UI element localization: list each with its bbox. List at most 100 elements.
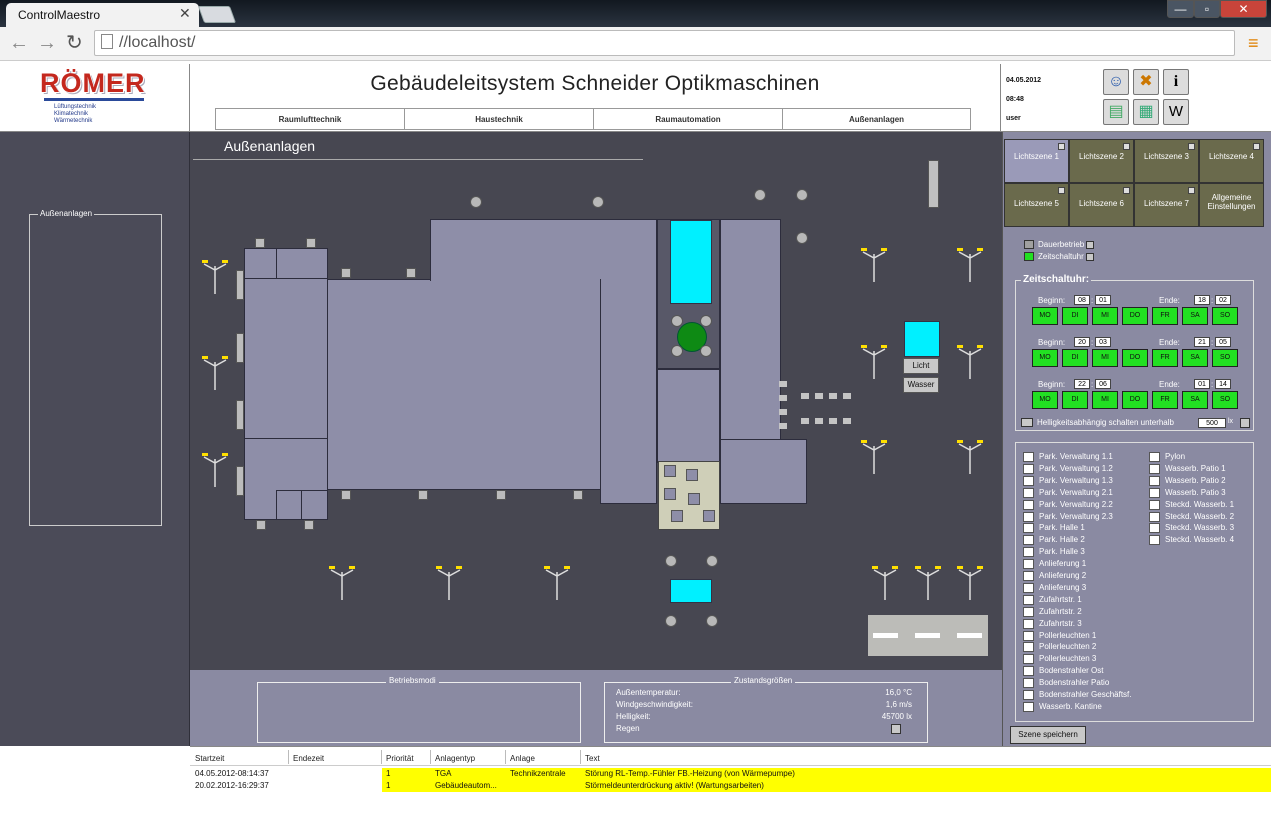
light-group-item[interactable]: Steckd. Wasserb. 2 — [1149, 511, 1234, 524]
day-toggle-so[interactable]: SO — [1212, 307, 1238, 325]
brightness-apply-checkbox[interactable] — [1240, 418, 1250, 428]
close-window-button[interactable]: ✕ — [1220, 0, 1267, 18]
user-icon[interactable]: ☺ — [1103, 69, 1129, 95]
end-hour-input[interactable]: 18 — [1194, 295, 1210, 305]
end-hour-input[interactable]: 01 — [1194, 379, 1210, 389]
brightness-checkbox[interactable] — [1021, 418, 1033, 428]
light-group-item[interactable]: Steckd. Wasserb. 3 — [1149, 523, 1234, 535]
begin-minute-input[interactable]: 03 — [1095, 337, 1111, 347]
light-group-item[interactable]: Anlieferung 3 — [1023, 582, 1086, 595]
tab-lichtszene-5[interactable]: Lichtszene 5 — [1004, 183, 1069, 227]
tab-raumautomation[interactable]: Raumautomation — [593, 108, 783, 130]
address-bar[interactable]: //localhost/ — [94, 30, 1235, 56]
light-group-item[interactable]: Park. Verwaltung 1.3 — [1023, 475, 1113, 488]
tab-lichtszene-6[interactable]: Lichtszene 6 — [1069, 183, 1134, 227]
browser-menu-icon[interactable]: ≡ — [1248, 34, 1259, 52]
clipboard-icon[interactable]: ▤ — [1103, 99, 1129, 125]
tab-lichtszene-1[interactable]: Lichtszene 1 — [1004, 139, 1069, 183]
browser-tab[interactable]: ControlMaestro — [6, 3, 199, 27]
light-group-checkbox[interactable] — [1149, 475, 1160, 486]
maximize-window-button[interactable]: ▫ — [1194, 0, 1220, 18]
day-toggle-fr[interactable]: FR — [1152, 349, 1178, 367]
tab-aussenanlagen[interactable]: Außenanlagen — [782, 108, 971, 130]
day-toggle-fr[interactable]: FR — [1152, 391, 1178, 409]
day-toggle-mo[interactable]: MO — [1032, 349, 1058, 367]
light-group-item[interactable]: Park. Halle 1 — [1023, 523, 1085, 535]
light-group-item[interactable]: Wasserb. Patio 2 — [1149, 475, 1226, 488]
info-button[interactable]: i — [1163, 69, 1189, 95]
tab-lichtszene-3[interactable]: Lichtszene 3 — [1134, 139, 1199, 183]
light-button[interactable]: Licht — [903, 358, 939, 374]
mode-checkbox[interactable] — [1085, 252, 1094, 261]
column-header[interactable]: Endezeit — [293, 754, 324, 763]
tab-lichtszene-2[interactable]: Lichtszene 2 — [1069, 139, 1134, 183]
light-group-item[interactable]: Zufahrtstr. 1 — [1023, 594, 1082, 607]
column-header[interactable]: Text — [585, 754, 600, 763]
light-group-item[interactable]: Park. Verwaltung 1.1 — [1023, 452, 1113, 464]
light-group-checkbox[interactable] — [1023, 511, 1034, 522]
light-group-checkbox[interactable] — [1023, 606, 1034, 617]
begin-hour-input[interactable]: 20 — [1074, 337, 1090, 347]
light-group-checkbox[interactable] — [1023, 701, 1034, 712]
light-group-item[interactable]: Steckd. Wasserb. 4 — [1149, 535, 1234, 547]
day-toggle-do[interactable]: DO — [1122, 391, 1148, 409]
light-group-checkbox[interactable] — [1023, 618, 1034, 629]
light-group-checkbox[interactable] — [1023, 475, 1034, 486]
light-group-item[interactable]: Park. Halle 3 — [1023, 547, 1085, 559]
light-group-checkbox[interactable] — [1023, 678, 1034, 689]
tab-lichtszene-4[interactable]: Lichtszene 4 — [1199, 139, 1264, 183]
end-hour-input[interactable]: 21 — [1194, 337, 1210, 347]
minimize-window-button[interactable]: — — [1167, 0, 1194, 18]
light-group-item[interactable]: Bodenstrahler Patio — [1023, 678, 1109, 690]
column-header[interactable]: Anlagentyp — [435, 754, 475, 763]
new-tab-button[interactable] — [197, 6, 237, 23]
network-icon[interactable]: ▦ — [1133, 99, 1159, 125]
light-group-item[interactable]: Bodenstrahler Geschäftsf. — [1023, 690, 1132, 702]
brightness-threshold-input[interactable]: 500 — [1198, 418, 1226, 428]
light-group-checkbox[interactable] — [1023, 487, 1034, 498]
day-toggle-mi[interactable]: MI — [1092, 349, 1118, 367]
end-minute-input[interactable]: 14 — [1215, 379, 1231, 389]
light-group-checkbox[interactable] — [1149, 511, 1160, 522]
light-group-checkbox[interactable] — [1023, 523, 1034, 534]
light-group-checkbox[interactable] — [1149, 523, 1160, 534]
day-toggle-sa[interactable]: SA — [1182, 349, 1208, 367]
light-group-item[interactable]: Pylon — [1149, 452, 1185, 464]
day-toggle-do[interactable]: DO — [1122, 307, 1148, 325]
light-group-item[interactable]: Anlieferung 2 — [1023, 571, 1086, 583]
day-toggle-fr[interactable]: FR — [1152, 307, 1178, 325]
light-group-item[interactable]: Park. Halle 2 — [1023, 535, 1085, 547]
mode-zeitschaltuhr[interactable]: Zeitschaltuhr — [1024, 252, 1098, 262]
end-minute-input[interactable]: 05 — [1215, 337, 1231, 347]
light-group-checkbox[interactable] — [1023, 559, 1034, 570]
mode-checkbox[interactable] — [1086, 240, 1095, 249]
day-toggle-di[interactable]: DI — [1062, 307, 1088, 325]
light-group-checkbox[interactable] — [1023, 452, 1034, 462]
light-group-item[interactable]: Zufahrtstr. 2 — [1023, 606, 1082, 619]
light-group-item[interactable]: Park. Verwaltung 2.2 — [1023, 499, 1113, 512]
light-group-item[interactable]: Pollerleuchten 1 — [1023, 630, 1096, 643]
light-group-item[interactable]: Pollerleuchten 2 — [1023, 642, 1096, 654]
light-group-checkbox[interactable] — [1023, 547, 1034, 558]
light-group-checkbox[interactable] — [1023, 594, 1034, 605]
begin-minute-input[interactable]: 01 — [1095, 295, 1111, 305]
day-toggle-so[interactable]: SO — [1212, 391, 1238, 409]
column-header[interactable]: Priorität — [386, 754, 414, 763]
light-group-checkbox[interactable] — [1149, 487, 1160, 498]
light-group-checkbox[interactable] — [1023, 535, 1034, 546]
day-toggle-sa[interactable]: SA — [1182, 391, 1208, 409]
day-toggle-do[interactable]: DO — [1122, 349, 1148, 367]
light-group-item[interactable]: Anlieferung 1 — [1023, 559, 1086, 571]
column-header[interactable]: Anlage — [510, 754, 535, 763]
back-arrow-icon[interactable]: ← — [9, 33, 29, 53]
light-group-checkbox[interactable] — [1023, 499, 1034, 510]
light-group-checkbox[interactable] — [1149, 452, 1160, 462]
light-group-item[interactable]: Steckd. Wasserb. 1 — [1149, 499, 1234, 512]
light-group-item[interactable]: Wasserb. Patio 3 — [1149, 487, 1226, 500]
light-group-checkbox[interactable] — [1023, 654, 1034, 665]
day-toggle-sa[interactable]: SA — [1182, 307, 1208, 325]
day-toggle-di[interactable]: DI — [1062, 349, 1088, 367]
begin-hour-input[interactable]: 22 — [1074, 379, 1090, 389]
light-group-checkbox[interactable] — [1149, 463, 1160, 474]
end-minute-input[interactable]: 02 — [1215, 295, 1231, 305]
